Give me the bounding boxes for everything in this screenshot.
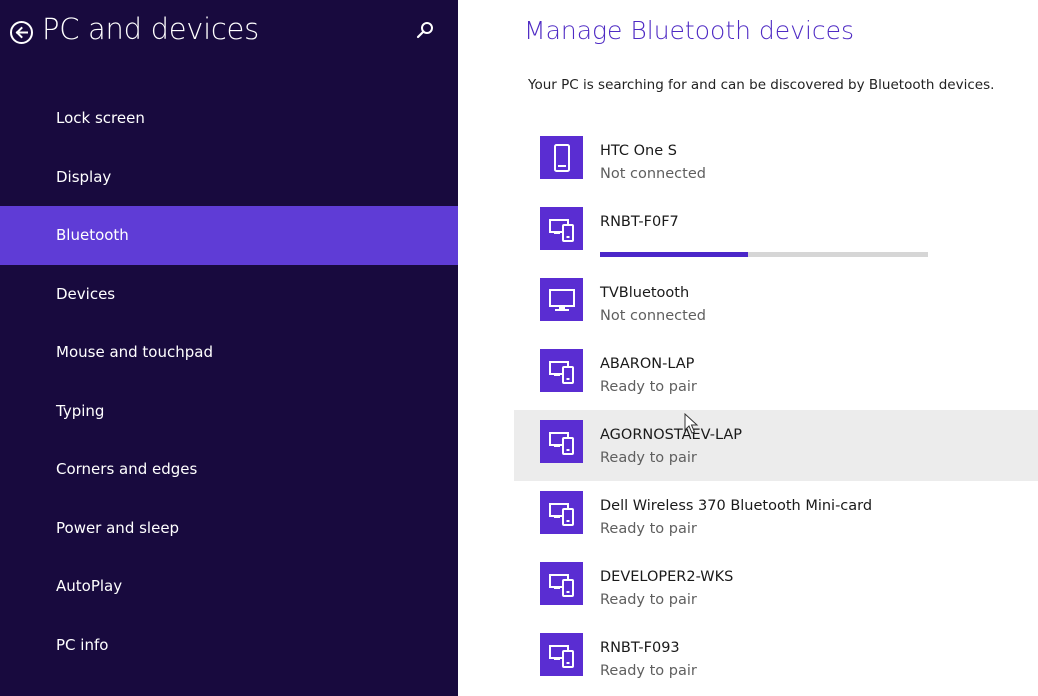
sidebar-item-bluetooth[interactable]: Bluetooth <box>0 206 458 265</box>
device-item[interactable]: RNBT-F093 Ready to pair <box>514 623 1038 694</box>
sidebar-item-lock-screen[interactable]: Lock screen <box>0 89 458 148</box>
device-name: Dell Wireless 370 Bluetooth Mini-card <box>600 498 873 514</box>
sidebar-item-label: Bluetooth <box>56 226 129 244</box>
pc-and-phone-icon <box>540 420 583 463</box>
settings-sidebar: PC and devices Lock screen Display Bluet… <box>0 0 458 696</box>
pc-and-phone-icon <box>540 207 583 250</box>
sidebar-item-label: Corners and edges <box>56 460 198 478</box>
sidebar-item-label: Lock screen <box>56 109 145 127</box>
search-icon[interactable] <box>414 20 436 42</box>
sidebar-item-label: Typing <box>56 401 105 420</box>
settings-nav: Lock screen Display Bluetooth Devices Mo… <box>0 89 458 674</box>
device-name: ABARON-LAP <box>600 356 695 372</box>
sidebar-item-label: PC info <box>56 635 109 654</box>
monitor-icon <box>540 278 583 321</box>
device-name: TVBluetooth <box>600 285 690 301</box>
pairing-progress-bar <box>600 252 928 257</box>
pairing-progress-fill <box>600 252 748 257</box>
device-status: Ready to pair <box>600 450 697 466</box>
bluetooth-content: Manage Bluetooth devices Your PC is sear… <box>458 0 1038 696</box>
device-name: HTC One S <box>600 143 677 159</box>
device-name: RNBT-F093 <box>600 640 680 656</box>
sidebar-item-label: AutoPlay <box>56 577 123 595</box>
sidebar-item-corners-and-edges[interactable]: Corners and edges <box>0 440 458 499</box>
pc-and-phone-icon <box>540 562 583 605</box>
device-name: AGORNOSTAEV-LAP <box>600 427 743 443</box>
sidebar-header: PC and devices <box>0 0 458 66</box>
sidebar-item-autoplay[interactable]: AutoPlay <box>0 557 458 616</box>
device-item[interactable]: RNBT-F0F7 <box>514 197 1038 268</box>
device-status: Ready to pair <box>600 521 697 537</box>
sidebar-item-devices[interactable]: Devices <box>0 265 458 324</box>
sidebar-item-label: Devices <box>56 284 116 303</box>
mouse-cursor-icon <box>684 413 699 434</box>
sidebar-item-label: Display <box>56 167 112 186</box>
pc-and-phone-icon <box>540 491 583 534</box>
pc-and-phone-icon <box>540 349 583 392</box>
sidebar-item-mouse-and-touchpad[interactable]: Mouse and touchpad <box>0 323 458 382</box>
sidebar-item-label: Mouse and touchpad <box>56 343 213 361</box>
device-item[interactable]: HTC One S Not connected <box>514 126 1038 197</box>
device-name: DEVELOPER2-WKS <box>600 569 734 585</box>
device-status: Not connected <box>600 308 706 324</box>
device-status: Not connected <box>600 166 706 182</box>
device-item[interactable]: TVBluetooth Not connected <box>514 268 1038 339</box>
device-status: Ready to pair <box>600 663 697 679</box>
pc-and-phone-icon <box>540 633 583 676</box>
sidebar-item-power-and-sleep[interactable]: Power and sleep <box>0 499 458 558</box>
device-item[interactable]: AGORNOSTAEV-LAP Ready to pair <box>514 410 1038 481</box>
device-list: HTC One S Not connected RNBT-F0F7 TVBlue… <box>514 126 1038 694</box>
discovery-status-text: Your PC is searching for and can be disc… <box>528 77 995 93</box>
sidebar-item-pc-info[interactable]: PC info <box>0 616 458 675</box>
phone-icon <box>540 136 583 179</box>
section-heading: Manage Bluetooth devices <box>524 16 855 45</box>
device-name: RNBT-F0F7 <box>600 214 679 230</box>
device-status: Ready to pair <box>600 379 697 395</box>
back-arrow-icon[interactable] <box>10 21 33 44</box>
sidebar-item-typing[interactable]: Typing <box>0 382 458 441</box>
sidebar-item-label: Power and sleep <box>56 518 180 537</box>
device-item[interactable]: Dell Wireless 370 Bluetooth Mini-card Re… <box>514 481 1038 552</box>
page-title: PC and devices <box>42 12 259 46</box>
device-status: Ready to pair <box>600 592 697 608</box>
device-item[interactable]: ABARON-LAP Ready to pair <box>514 339 1038 410</box>
sidebar-item-display[interactable]: Display <box>0 148 458 207</box>
device-item[interactable]: DEVELOPER2-WKS Ready to pair <box>514 552 1038 623</box>
